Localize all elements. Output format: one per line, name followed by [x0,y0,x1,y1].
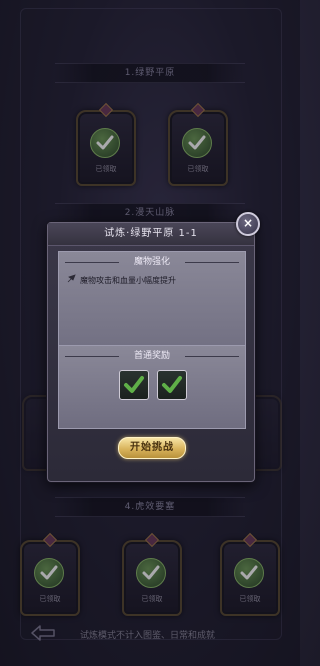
check-icon [162,376,182,393]
reward-slot-1[interactable] [119,370,149,400]
stage-detail-dialog: 试炼·绿野平原 1-1 魔物强化 魔物攻击和血量小幅度提升 首通奖励 开始挑战 [47,222,255,482]
check-icon [124,376,144,393]
effect-header: 魔物强化 [59,255,245,269]
start-challenge-button[interactable]: 开始挑战 [118,437,186,459]
reward-header: 首通奖励 [59,349,245,363]
close-button[interactable]: × [236,212,260,236]
reward-slot-2[interactable] [157,370,187,400]
quill-icon [67,274,77,285]
effect-text: 魔物攻击和血量小幅度提升 [80,276,176,285]
trial-map-screen: 1.绿野平原 已领取 已领取 2.漫天山脉 4.虎效要塞 已领取 已领取 已领取… [0,0,300,666]
reward-panel: 首通奖励 [58,345,246,429]
effect-row: 魔物攻击和血量小幅度提升 [67,274,176,286]
dialog-title: 试炼·绿野平原 1-1 [48,223,254,246]
